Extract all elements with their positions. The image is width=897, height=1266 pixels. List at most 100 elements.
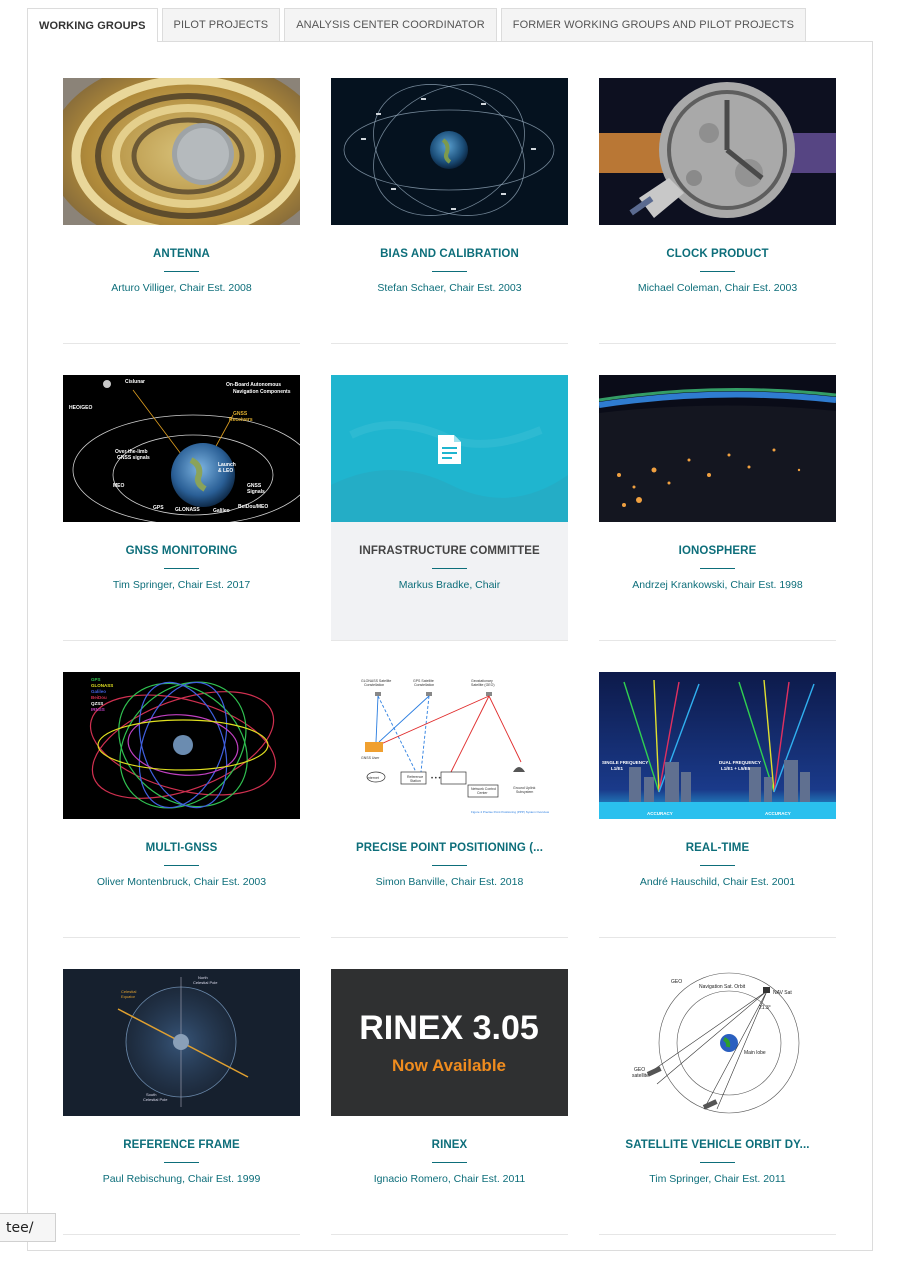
card-title: RINEX <box>431 1139 468 1151</box>
legend-label: QZSS <box>91 701 103 706</box>
orbit-diagram: GEO Navigation Sat. Orbit NAV Sat 21.3° … <box>599 969 836 1116</box>
image-label: Receivers <box>229 417 253 423</box>
ppp-diagram: GLONASS Satellite Constellation GPS Sate… <box>331 672 568 819</box>
image-label: MEO <box>113 483 125 489</box>
card-subtitle: Tim Springer, Chair Est. 2017 <box>112 579 251 591</box>
image-label: ACCURACY <box>765 811 791 816</box>
card-separator <box>599 640 836 641</box>
card-subtitle: Andrzej Krankowski, Chair Est. 1998 <box>632 579 803 591</box>
card-subtitle: Stefan Schaer, Chair Est. 2003 <box>377 282 522 294</box>
tab-working-groups[interactable]: WORKING GROUPS <box>27 8 158 42</box>
card-separator <box>331 343 568 344</box>
title-underline <box>700 1162 735 1163</box>
card-gnss-monitoring[interactable]: Cislunar On-Board Autonomous Navigation … <box>63 375 300 672</box>
document-icon-placeholder <box>331 375 568 522</box>
card-title: MULTI-GNSS <box>145 842 218 854</box>
card-separator <box>599 937 836 938</box>
card-separator <box>63 640 300 641</box>
tab-former-working-groups[interactable]: FORMER WORKING GROUPS AND PILOT PROJECTS <box>500 8 807 41</box>
card-subtitle: André Hauschild, Chair Est. 2001 <box>639 876 796 888</box>
working-groups-grid: ANTENNA Arturo Villiger, Chair Est. 2008 <box>63 78 837 1266</box>
title-underline <box>164 271 199 272</box>
tab-pilot-projects[interactable]: PILOT PROJECTS <box>161 8 281 41</box>
card-subtitle: Tim Springer, Chair Est. 2011 <box>649 1173 786 1185</box>
card-satellite-vehicle-orbit[interactable]: GEO Navigation Sat. Orbit NAV Sat 21.3° … <box>599 969 836 1266</box>
card-separator <box>599 343 836 344</box>
image-label: Constellation <box>414 683 434 687</box>
image-label: Signals <box>247 489 265 495</box>
card-infrastructure-committee[interactable]: INFRASTRUCTURE COMMITTEE Markus Bradke, … <box>331 375 568 672</box>
card-real-time[interactable]: SINGLE FREQUENCY L1/E1 DUAL FREQUENCY L1… <box>599 672 836 969</box>
image-label: BeiDou/MEO <box>238 504 268 510</box>
card-separator <box>331 640 568 641</box>
status-bar-url: tee/ <box>0 1213 56 1242</box>
image-label: Equator <box>121 994 136 999</box>
image-label: Satellite (GEO) <box>471 683 495 687</box>
earth-night-image <box>599 375 836 522</box>
legend-label: BeiDou <box>91 695 107 700</box>
tab-analysis-center-coordinator[interactable]: ANALYSIS CENTER COORDINATOR <box>284 8 497 41</box>
card-title: IONOSPHERE <box>678 545 757 557</box>
image-label: & LEO <box>218 468 233 474</box>
card-precise-point-positioning[interactable]: GLONASS Satellite Constellation GPS Sate… <box>331 672 568 969</box>
image-label: Navigation Components <box>233 389 291 395</box>
image-label: GEO <box>671 979 682 985</box>
card-antenna[interactable]: ANTENNA Arturo Villiger, Chair Est. 2008 <box>63 78 300 375</box>
moon-clock-image <box>599 78 836 225</box>
card-multi-gnss[interactable]: GPS GLONASS Galileo BeiDou QZSS IRNSS MU… <box>63 672 300 969</box>
card-separator <box>63 937 300 938</box>
tab-bar: WORKING GROUPS PILOT PROJECTS ANALYSIS C… <box>27 8 807 42</box>
card-title: CLOCK PRODUCT <box>666 248 769 260</box>
legend-label: Galileo <box>91 689 106 694</box>
svg-text:• • •: • • • <box>431 776 441 782</box>
title-underline <box>164 568 199 569</box>
image-label: Station <box>410 779 421 783</box>
image-label: DUAL FREQUENCY <box>719 760 761 765</box>
image-label: Celestial Pole <box>143 1097 168 1102</box>
frequency-diagram: SINGLE FREQUENCY L1/E1 DUAL FREQUENCY L1… <box>599 672 836 819</box>
image-label: Navigation Sat. Orbit <box>699 984 746 990</box>
legend-label: GPS <box>91 677 101 682</box>
banner-heading: RINEX 3.05 <box>359 1009 539 1047</box>
card-title: ANTENNA <box>153 248 210 260</box>
card-title: SATELLITE VEHICLE ORBIT DY... <box>625 1139 810 1151</box>
card-separator <box>331 937 568 938</box>
title-underline <box>432 568 467 569</box>
card-clock-product[interactable]: CLOCK PRODUCT Michael Coleman, Chair Est… <box>599 78 836 375</box>
title-underline <box>432 271 467 272</box>
card-title: REFERENCE FRAME <box>123 1139 240 1151</box>
title-underline <box>700 271 735 272</box>
image-label: Celestial Pole <box>193 980 218 985</box>
title-underline <box>700 568 735 569</box>
image-label: GNSS signals <box>117 455 150 461</box>
card-ionosphere[interactable]: IONOSPHERE Andrzej Krankowski, Chair Est… <box>599 375 836 672</box>
legend-label: IRNSS <box>91 707 105 712</box>
image-label: Internet <box>367 776 379 780</box>
card-subtitle: Oliver Montenbruck, Chair Est. 2003 <box>96 876 267 888</box>
legend-label: GLONASS <box>91 683 113 688</box>
card-rinex[interactable]: RINEX 3.05 Now Available RINEX Ignacio R… <box>331 969 568 1266</box>
figure-caption: Figure 4 Precise Point Positioning (PPP)… <box>471 810 550 814</box>
image-label: Cislunar <box>125 379 145 385</box>
banner-subheading: Now Available <box>392 1056 506 1075</box>
image-label: GLONASS <box>175 507 200 513</box>
title-underline <box>700 865 735 866</box>
image-label: Galileo <box>213 508 230 514</box>
title-underline <box>432 1162 467 1163</box>
card-subtitle: Paul Rebischung, Chair Est. 1999 <box>102 1173 261 1185</box>
card-title: INFRASTRUCTURE COMMITTEE <box>359 545 540 557</box>
image-label: SINGLE FREQUENCY <box>602 760 648 765</box>
card-subtitle: Arturo Villiger, Chair Est. 2008 <box>111 282 252 294</box>
card-subtitle: Ignacio Romero, Chair Est. 2011 <box>373 1173 526 1185</box>
image-label: Subsystem <box>516 790 533 794</box>
title-underline <box>164 1162 199 1163</box>
multi-orbit-image: GPS GLONASS Galileo BeiDou QZSS IRNSS <box>63 672 300 819</box>
card-title: GNSS MONITORING <box>125 545 238 557</box>
rinex-banner: RINEX 3.05 Now Available <box>331 969 568 1116</box>
card-reference-frame[interactable]: North Celestial Pole South Celestial Pol… <box>63 969 300 1266</box>
image-label: Main lobe <box>744 1050 766 1056</box>
card-bias-and-calibration[interactable]: BIAS AND CALIBRATION Stefan Schaer, Chai… <box>331 78 568 375</box>
card-subtitle: Michael Coleman, Chair Est. 2003 <box>637 282 798 294</box>
card-separator <box>599 1234 836 1235</box>
image-label: L1/E1 <box>611 766 624 771</box>
